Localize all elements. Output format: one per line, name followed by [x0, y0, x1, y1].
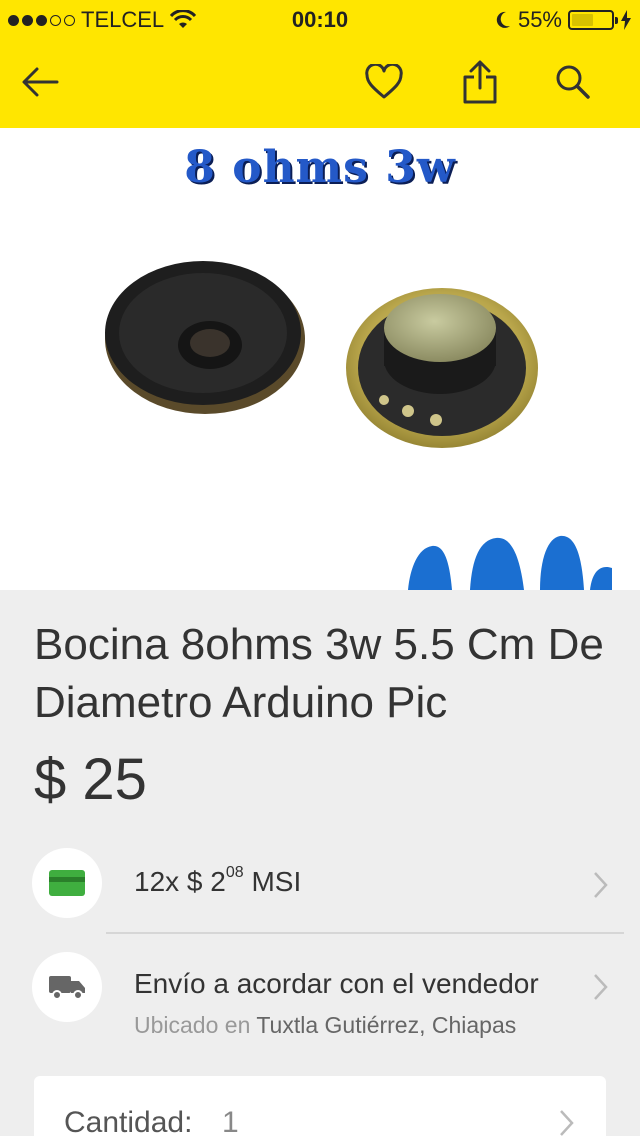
app-header: TELCEL 00:10 55%: [0, 0, 640, 128]
charging-icon: [621, 10, 631, 30]
installments-row[interactable]: 12x $ 208 MSI: [0, 846, 640, 926]
quantity-selector[interactable]: Cantidad: 1: [34, 1076, 606, 1136]
divider: [106, 932, 624, 934]
chevron-right-icon: [594, 872, 608, 898]
quantity-label: Cantidad:: [64, 1106, 193, 1136]
back-button[interactable]: [14, 56, 66, 108]
search-button[interactable]: [547, 56, 599, 108]
heart-icon: [365, 64, 403, 99]
share-icon: [463, 60, 497, 104]
credit-card-icon: [32, 848, 102, 918]
search-icon: [556, 65, 590, 99]
favorite-button[interactable]: [358, 56, 410, 108]
truck-icon: [32, 952, 102, 1022]
status-bar: TELCEL 00:10 55%: [0, 0, 640, 40]
product-photo: [105, 261, 612, 590]
battery-percent: 55%: [517, 7, 562, 32]
shipping-location: Ubicado en Tuxtla Gutiérrez, Chiapas: [134, 1012, 517, 1038]
shipping-row[interactable]: Envío a acordar con el vendedor Ubicado …: [0, 950, 640, 1040]
quantity-value: 1: [222, 1106, 239, 1136]
product-image-gallery[interactable]: 8 ohms 3w: [0, 128, 640, 590]
share-button[interactable]: [454, 56, 506, 108]
product-title: Bocina 8ohms 3w 5.5 Cm De Diametro Ardui…: [34, 620, 604, 727]
chevron-right-icon: [560, 1110, 574, 1136]
shipping-label: Envío a acordar con el vendedor: [134, 968, 539, 999]
product-price: $ 25: [34, 747, 147, 812]
chevron-right-icon: [594, 974, 608, 1000]
battery-icon: [568, 10, 618, 30]
installments-text: 12x $ 208 MSI: [134, 864, 302, 897]
arrow-left-icon: [22, 67, 59, 97]
moon-icon: [496, 11, 510, 28]
